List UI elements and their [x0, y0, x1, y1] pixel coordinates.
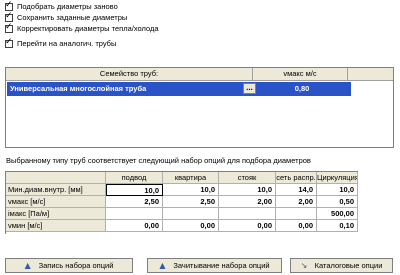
cell-imax-circulation[interactable]: 500,00	[317, 208, 358, 220]
column-header-circulation: Циркуляция	[317, 172, 358, 184]
cell-min-diameter-distribution[interactable]: 14,0	[276, 184, 317, 196]
cell-vmax-supply[interactable]: 2,50	[106, 196, 163, 208]
diameter-options-grid: подвод квартира стояк сеть распр. Циркул…	[5, 171, 358, 234]
cell-vmin-supply[interactable]: 0,00	[106, 220, 163, 232]
column-header-riser: стояк	[219, 172, 276, 184]
catalog-options-button[interactable]: ↘ Каталоговые опции	[290, 258, 393, 273]
pipe-family-table: Семейство труб: vмакс м/с Универсальная …	[5, 67, 394, 148]
cell-vmax-circulation[interactable]: 0,50	[317, 196, 358, 208]
checkbox-keep-diameters[interactable]: Сохранить заданные диаметры	[5, 11, 128, 23]
save-options-button[interactable]: ▲ Запись набора опций	[5, 258, 133, 273]
checkbox-label: Сохранить заданные диаметры	[17, 13, 128, 22]
row-label-min-diameter: Мин.диам.внутр. [мм]	[6, 184, 106, 196]
cell-vmax-distribution[interactable]: 2,00	[276, 196, 317, 208]
cell-vmin-apartment[interactable]: 0,00	[163, 220, 219, 232]
read-options-label: Зачитывание набора опций	[173, 261, 270, 270]
checkbox-icon[interactable]	[5, 22, 13, 33]
pipe-family-name: Универсальная многослойная труба	[10, 84, 147, 93]
cell-min-diameter-circulation[interactable]: 10,0	[317, 184, 358, 196]
checkbox-icon[interactable]	[5, 0, 13, 11]
pipe-family-row-selected[interactable]: Универсальная многослойная труба ... 0,8…	[7, 82, 351, 96]
checkbox-icon[interactable]	[5, 11, 13, 22]
cell-imax-supply[interactable]	[106, 208, 163, 220]
pipe-family-header: Семейство труб: vмакс м/с	[6, 68, 393, 81]
pipe-family-vmax[interactable]: 0,80	[253, 82, 351, 96]
column-header-apartment: квартира	[163, 172, 219, 184]
grid-corner	[6, 172, 106, 184]
checkbox-switch-similar-pipes[interactable]: Перейти на аналогич. трубы	[5, 37, 117, 49]
checkbox-label: Корректировать диаметры тепла/холода	[17, 24, 159, 33]
save-icon: ▲	[24, 260, 31, 270]
catalog-icon: ↘	[300, 260, 308, 270]
save-options-label: Запись набора опций	[38, 261, 114, 270]
cell-vmin-riser[interactable]: 0,00	[219, 220, 276, 232]
checkbox-icon[interactable]	[5, 37, 13, 48]
cell-vmin-circulation[interactable]: 0,10	[317, 220, 358, 232]
column-header-family[interactable]: Семейство труб:	[6, 68, 253, 80]
cell-vmax-apartment[interactable]: 2,50	[163, 196, 219, 208]
cell-vmax-riser[interactable]: 2,00	[219, 196, 276, 208]
cell-min-diameter-apartment[interactable]: 10,0	[163, 184, 219, 196]
row-label-vmax: vмакс [м/с]	[6, 196, 106, 208]
checkbox-correct-diameters[interactable]: Корректировать диаметры тепла/холода	[5, 22, 159, 34]
cell-imax-distribution[interactable]	[276, 208, 317, 220]
checkbox-reselect-diameters[interactable]: Подобрать диаметры заново	[5, 0, 118, 12]
column-header-vmax[interactable]: vмакс м/с	[253, 68, 348, 80]
column-header-supply: подвод	[106, 172, 163, 184]
column-header-distribution: сеть распр.	[276, 172, 317, 184]
cell-min-diameter-supply[interactable]: 10,0	[106, 184, 163, 196]
cell-imax-riser[interactable]	[219, 208, 276, 220]
checkbox-label: Подобрать диаметры заново	[17, 2, 118, 11]
row-label-imax: iмакс [Па/м]	[6, 208, 106, 220]
row-label-vmin: vмин [м/с]	[6, 220, 106, 232]
checkbox-label: Перейти на аналогич. трубы	[17, 39, 117, 48]
options-description: Выбранному типу труб соответствует следу…	[6, 156, 311, 165]
read-icon: ▲	[159, 260, 166, 270]
cell-min-diameter-riser[interactable]: 10,0	[219, 184, 276, 196]
cell-imax-apartment[interactable]	[163, 208, 219, 220]
catalog-options-label: Каталоговые опции	[314, 261, 383, 270]
cell-vmin-distribution[interactable]: 0,00	[276, 220, 317, 232]
read-options-button[interactable]: ▲ Зачитывание набора опций	[147, 258, 282, 273]
